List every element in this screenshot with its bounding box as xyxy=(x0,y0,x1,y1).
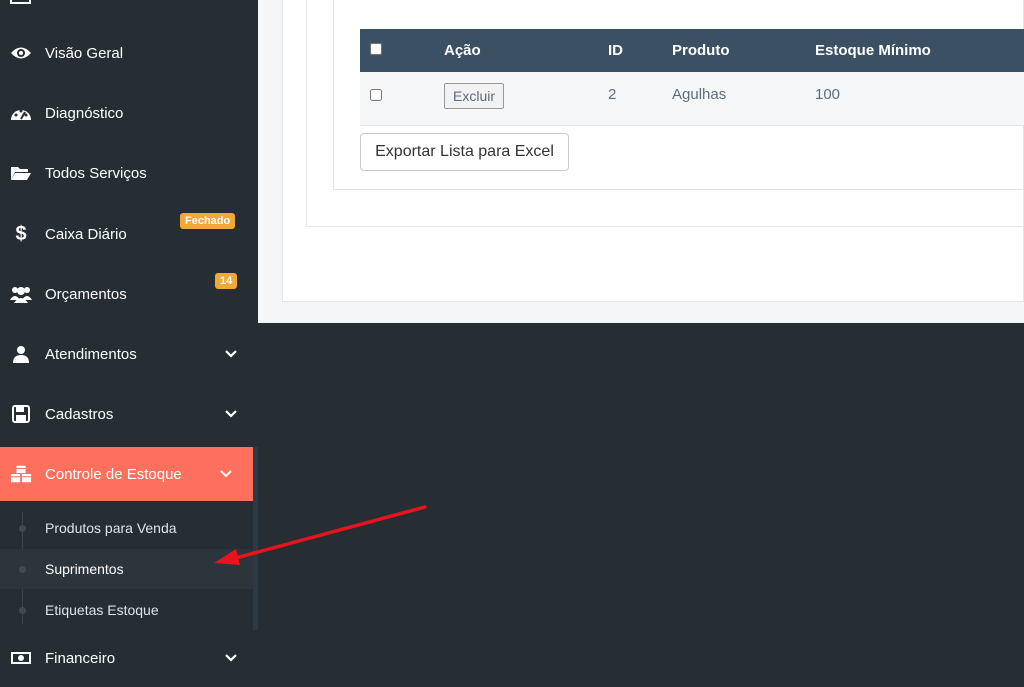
chevron-down-icon xyxy=(220,470,232,478)
produto-cell: Agulhas xyxy=(672,86,727,103)
sidebar-item-orcamentos[interactable]: Orçamentos 14 xyxy=(0,265,253,323)
column-header-produto: Produto xyxy=(672,42,730,59)
row-select-cell xyxy=(360,72,443,125)
sidebar-item-todos-servicos[interactable]: Todos Serviços xyxy=(0,144,253,202)
id-cell: 2 xyxy=(608,86,617,103)
money-bill-icon xyxy=(10,647,32,669)
column-header-acao: Ação xyxy=(444,42,481,59)
eye-icon xyxy=(10,42,32,64)
sidebar-item-controle-estoque[interactable]: Controle de Estoque xyxy=(0,447,253,501)
sidebar-item-visao-geral[interactable]: Visão Geral xyxy=(0,24,253,82)
submenu-item-label: Produtos para Venda xyxy=(45,520,177,536)
gauge-icon xyxy=(10,102,32,124)
sidebar-item-label: Diagnóstico xyxy=(45,104,124,122)
sidebar-item-label: Orçamentos xyxy=(45,285,127,303)
user-icon xyxy=(10,343,32,365)
sidebar-item-label: Atendimentos xyxy=(45,345,137,363)
count-badge: 14 xyxy=(215,273,238,289)
estoque-minimo-cell: 100 xyxy=(815,86,841,103)
select-all-cell xyxy=(360,29,443,72)
sidebar-item-label: Caixa Diário xyxy=(45,225,127,243)
sidebar-item-cadastros[interactable]: Cadastros xyxy=(0,385,253,443)
sidebar-item-financeiro[interactable]: Financeiro xyxy=(0,629,253,687)
sidebar: Visão Geral Diagnóstico Todos Serviços $… xyxy=(0,0,258,686)
sidebar-item-diagnostico[interactable]: Diagnóstico xyxy=(0,84,253,142)
dollar-icon: $ xyxy=(15,222,27,245)
floppy-disk-icon xyxy=(10,403,32,425)
table-header-row: Ação ID Produto Estoque Mínimo xyxy=(360,29,1024,72)
sidebar-item-caixa-diario[interactable]: $ Caixa Diário Fechado xyxy=(0,205,253,263)
submenu-item-label: Etiquetas Estoque xyxy=(45,602,159,618)
sidebar-item-label: Financeiro xyxy=(45,649,116,667)
sidebar-item-label: Cadastros xyxy=(45,405,114,423)
sidebar-item-atendimentos[interactable]: Atendimentos xyxy=(0,325,253,383)
submenu-item-etiquetas-estoque[interactable]: Etiquetas Estoque xyxy=(0,590,253,630)
delete-button[interactable]: Excluir xyxy=(444,83,505,109)
sidebar-item-label: Todos Serviços xyxy=(45,164,147,182)
sidebar-scrollbar[interactable] xyxy=(253,447,258,630)
chevron-down-icon xyxy=(225,410,237,418)
submenu-item-produtos-venda[interactable]: Produtos para Venda xyxy=(0,508,253,548)
table-row: Excluir 2 Agulhas 100 xyxy=(360,72,1024,125)
select-all-checkbox[interactable] xyxy=(370,43,382,55)
sidebar-item-label: Visão Geral xyxy=(45,44,124,62)
column-header-estoque-minimo: Estoque Mínimo xyxy=(815,42,931,59)
sidebar-item-partial[interactable] xyxy=(10,0,32,4)
sidebar-item-label: Controle de Estoque xyxy=(45,465,182,483)
chevron-down-icon xyxy=(225,654,237,662)
row-checkbox[interactable] xyxy=(370,89,382,101)
status-badge: Fechado xyxy=(180,213,236,229)
action-cell: Excluir xyxy=(443,72,607,125)
folder-open-icon xyxy=(10,162,32,184)
bullet-icon xyxy=(19,565,26,573)
submenu-item-label: Suprimentos xyxy=(45,561,124,577)
panel-icon xyxy=(10,0,31,4)
column-header-id: ID xyxy=(608,42,623,59)
cubes-icon xyxy=(10,463,32,485)
bullet-icon xyxy=(19,606,26,614)
supplies-table: Ação ID Produto Estoque Mínimo Excluir 2… xyxy=(360,29,1024,126)
chevron-down-icon xyxy=(225,350,237,358)
submenu-item-suprimentos[interactable]: Suprimentos xyxy=(0,549,253,589)
bullet-icon xyxy=(19,524,26,532)
users-icon xyxy=(10,283,32,305)
export-excel-button[interactable]: Exportar Lista para Excel xyxy=(360,133,569,171)
